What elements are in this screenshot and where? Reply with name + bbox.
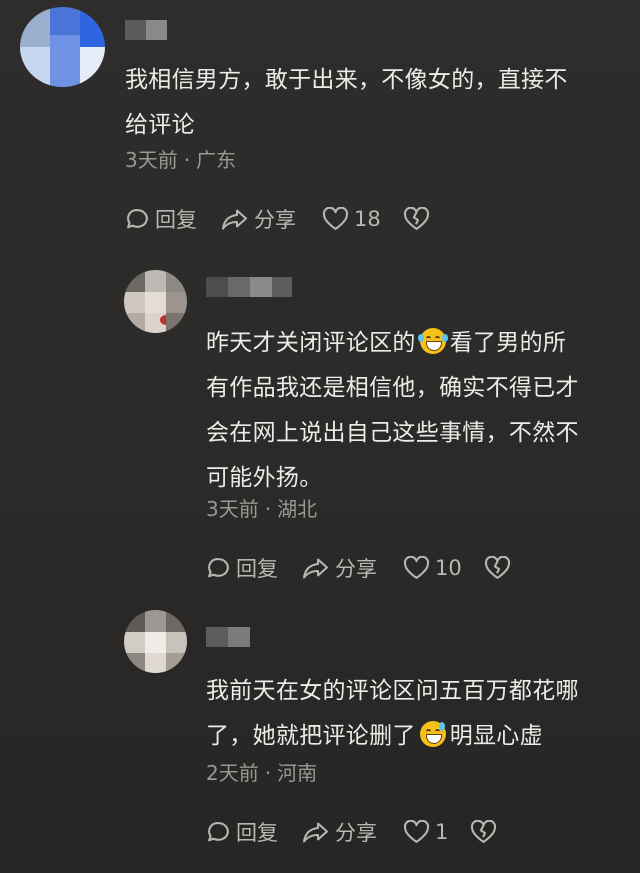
share-label: 分享 xyxy=(335,821,377,845)
comment-meta: 3天前 · 湖北 xyxy=(206,497,318,521)
comment-actions: 回复 分享 18 xyxy=(125,204,430,234)
share-arrow-icon xyxy=(303,822,328,842)
comment-2: 昨天才关闭评论区的 看了男的所 有作品我还是相信他，确实不得已才 会在网上说出自己… xyxy=(0,245,640,585)
broken-heart-icon xyxy=(471,819,497,843)
like-count: 10 xyxy=(435,556,462,580)
location: 湖北 xyxy=(277,497,318,521)
share-label: 分享 xyxy=(254,208,296,232)
broken-heart-icon xyxy=(484,555,510,579)
comment-actions: 回复 分享 10 xyxy=(206,553,511,583)
comment-text: 我前天在女的评论区问五百万都花哪 了，她就把评论删了 明显心虚 xyxy=(206,678,579,749)
reply-button[interactable]: 回复 xyxy=(206,817,278,847)
reply-bubble-icon xyxy=(208,821,229,841)
comment-text-part: 了，她就把评论删了 xyxy=(206,723,416,749)
location: 河南 xyxy=(277,761,318,785)
like-button[interactable]: 10 xyxy=(403,555,462,581)
heart-outline-icon xyxy=(403,555,430,579)
dislike-button[interactable] xyxy=(470,819,497,845)
comment-meta: 2天前 · 河南 xyxy=(206,761,318,785)
comment-actions: 回复 分享 1 xyxy=(206,817,497,847)
avatar[interactable] xyxy=(20,7,105,87)
heart-outline-icon xyxy=(322,206,349,230)
share-button[interactable]: 分享 xyxy=(302,817,377,847)
share-arrow-icon xyxy=(303,558,328,578)
reply-label: 回复 xyxy=(236,821,278,845)
timestamp: 2天前 xyxy=(206,761,259,785)
share-button[interactable]: 分享 xyxy=(302,553,377,583)
share-label: 分享 xyxy=(335,557,377,581)
comment-meta: 3天前 · 广东 xyxy=(125,148,237,172)
comment-text-part: 明显心虚 xyxy=(449,723,543,749)
timestamp: 3天前 xyxy=(206,497,259,521)
reply-bubble-icon xyxy=(208,557,229,577)
comment-text: 我相信男方，敢于出来，不像女的，直接不 给评论 xyxy=(125,67,568,138)
comment-1: 我相信男方，敢于出来，不像女的，直接不 给评论 3天前 · 广东 回复 分享 18 xyxy=(0,0,640,245)
grin-sweat-emoji-icon xyxy=(419,721,446,747)
like-count: 18 xyxy=(354,207,381,231)
like-button[interactable]: 18 xyxy=(322,206,381,232)
reply-label: 回复 xyxy=(236,557,278,581)
comment-text: 昨天才关闭评论区的 看了男的所 有作品我还是相信他，确实不得已才 会在网上说出自己… xyxy=(206,328,579,491)
like-count: 1 xyxy=(435,820,449,844)
rofl-emoji-icon xyxy=(417,328,448,354)
reply-button[interactable]: 回复 xyxy=(206,553,278,583)
username[interactable] xyxy=(206,277,292,297)
comment-3: 我前天在女的评论区问五百万都花哪 了，她就把评论删了 明显心虚 2天前 · 河南 回复… xyxy=(0,585,640,873)
location: 广东 xyxy=(196,148,237,172)
like-button[interactable]: 1 xyxy=(403,819,449,845)
timestamp: 3天前 xyxy=(125,148,178,172)
heart-outline-icon xyxy=(403,819,430,843)
broken-heart-icon xyxy=(403,206,429,230)
avatar[interactable] xyxy=(124,270,187,333)
share-arrow-icon xyxy=(222,209,247,229)
comment-text-part: 昨天才关闭评论区的 xyxy=(206,330,416,356)
username[interactable] xyxy=(206,627,250,647)
reply-bubble-icon xyxy=(127,208,148,228)
reply-label: 回复 xyxy=(155,208,197,232)
avatar[interactable] xyxy=(124,610,187,673)
reply-button[interactable]: 回复 xyxy=(125,204,197,234)
username[interactable] xyxy=(125,20,167,40)
dislike-button[interactable] xyxy=(403,206,430,232)
share-button[interactable]: 分享 xyxy=(221,204,296,234)
dislike-button[interactable] xyxy=(484,555,511,581)
comment-text-part: 看了男的所 xyxy=(449,330,567,356)
